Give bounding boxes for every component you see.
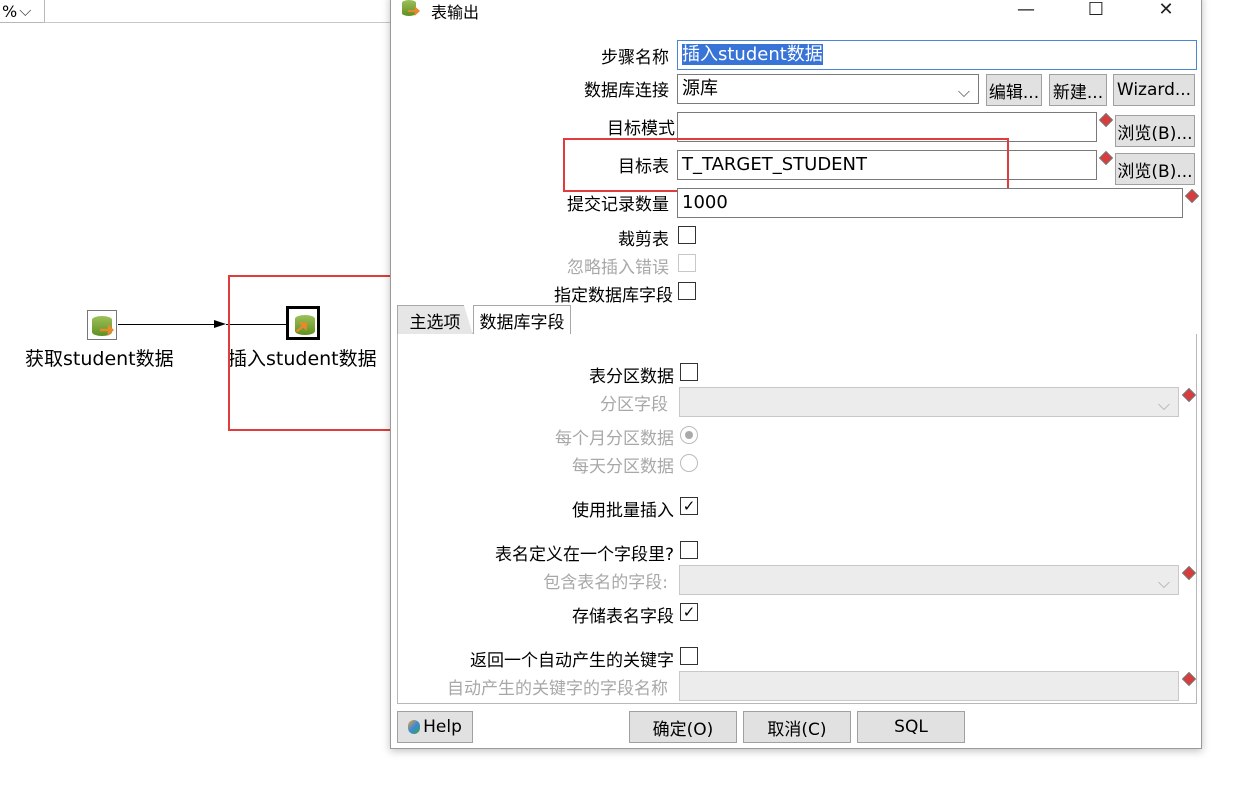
edit-connection-button[interactable]: 编辑... bbox=[986, 74, 1042, 106]
store-table-name-checkbox[interactable]: ✓ bbox=[680, 603, 698, 621]
minimize-button[interactable]: — bbox=[1003, 0, 1049, 23]
chevron-down-icon: ⌵ bbox=[957, 82, 970, 101]
key-field-name-label: 自动产生的关键字的字段名称 bbox=[447, 679, 668, 699]
specify-db-fields-checkbox[interactable] bbox=[678, 282, 696, 300]
hop-arrow-icon bbox=[214, 320, 226, 328]
table-in-field-checkbox[interactable] bbox=[680, 541, 698, 559]
partition-label: 表分区数据 bbox=[589, 367, 674, 387]
browse-schema-button[interactable]: 浏览(B)... bbox=[1115, 115, 1195, 147]
commit-size-input[interactable]: 1000 bbox=[677, 188, 1183, 218]
ok-button[interactable]: 确定(O) bbox=[629, 711, 737, 743]
monthly-partition-radio[interactable] bbox=[680, 426, 698, 444]
main-options-panel: 表分区数据 分区字段 ⌵ 每个月分区数据 每天分区数据 使用批量插入 ✓ 表名定… bbox=[397, 334, 1197, 704]
store-table-name-label: 存储表名字段 bbox=[572, 607, 674, 627]
tab-main-options[interactable]: 主选项 bbox=[397, 305, 473, 335]
partition-checkbox[interactable] bbox=[680, 363, 698, 381]
daily-partition-label: 每天分区数据 bbox=[572, 457, 674, 477]
db-connection-label: 数据库连接 bbox=[584, 81, 669, 101]
partition-field-select[interactable]: ⌵ bbox=[679, 387, 1179, 417]
variable-marker-icon bbox=[1098, 150, 1114, 166]
key-field-name-input[interactable] bbox=[679, 671, 1179, 701]
specify-db-fields-label: 指定数据库字段 bbox=[554, 286, 673, 306]
db-connection-value: 源库 bbox=[682, 78, 718, 99]
table-in-field-label: 表名定义在一个字段里? bbox=[494, 545, 674, 565]
table-output-dialog: 表输出 — ☐ ✕ 步骤名称 插入student数据 数据库连接 源库 ⌵ 编辑… bbox=[390, 0, 1202, 749]
commit-size-label: 提交记录数量 bbox=[567, 195, 669, 215]
target-schema-label: 目标模式 bbox=[607, 119, 675, 139]
help-button[interactable]: Help bbox=[397, 711, 473, 743]
return-key-checkbox[interactable] bbox=[680, 647, 698, 665]
chevron-down-icon: ⌵ bbox=[1157, 573, 1170, 592]
close-button[interactable]: ✕ bbox=[1143, 0, 1189, 23]
highlight-box-target-table bbox=[563, 138, 1009, 192]
batch-insert-checkbox[interactable]: ✓ bbox=[680, 497, 698, 515]
step-name-label: 步骤名称 bbox=[601, 48, 669, 68]
variable-marker-icon bbox=[1181, 565, 1197, 581]
step-label-source: 获取student数据 bbox=[25, 348, 174, 370]
sql-button[interactable]: SQL bbox=[857, 711, 965, 743]
wizard-button[interactable]: Wizard... bbox=[1113, 74, 1195, 106]
help-icon bbox=[408, 720, 421, 734]
tab-db-fields[interactable]: 数据库字段 bbox=[473, 305, 571, 335]
partition-field-label: 分区字段 bbox=[600, 395, 668, 415]
table-name-field-select[interactable]: ⌵ bbox=[679, 565, 1179, 595]
dialog-title: 表输出 bbox=[431, 3, 480, 22]
step-name-value: 插入student数据 bbox=[682, 44, 823, 65]
monthly-partition-label: 每个月分区数据 bbox=[555, 429, 674, 449]
db-connection-select[interactable]: 源库 ⌵ bbox=[677, 74, 979, 104]
canvas-top-divider bbox=[44, 22, 390, 23]
highlight-box-step bbox=[228, 275, 400, 431]
variable-marker-icon bbox=[1184, 188, 1200, 204]
chevron-down-icon: ⌵ bbox=[19, 1, 32, 20]
variable-marker-icon bbox=[1098, 112, 1114, 128]
hop-line[interactable] bbox=[118, 324, 216, 325]
variable-marker-icon bbox=[1181, 671, 1197, 687]
truncate-label: 裁剪表 bbox=[618, 230, 669, 250]
zoom-label: % bbox=[2, 1, 18, 21]
cancel-button[interactable]: 取消(C) bbox=[743, 711, 851, 743]
step-name-input[interactable]: 插入student数据 bbox=[677, 40, 1197, 70]
chevron-down-icon: ⌵ bbox=[1157, 395, 1170, 414]
new-connection-button[interactable]: 新建... bbox=[1049, 74, 1107, 106]
ignore-errors-checkbox[interactable] bbox=[678, 254, 696, 272]
zoom-combo[interactable]: % ⌵ bbox=[0, 0, 45, 23]
help-label: Help bbox=[423, 717, 462, 737]
variable-marker-icon bbox=[1181, 387, 1197, 403]
daily-partition-radio[interactable] bbox=[680, 454, 698, 472]
return-key-label: 返回一个自动产生的关键字 bbox=[470, 651, 674, 671]
batch-insert-label: 使用批量插入 bbox=[572, 501, 674, 521]
table-input-step-icon[interactable] bbox=[87, 310, 117, 340]
truncate-checkbox[interactable] bbox=[678, 226, 696, 244]
maximize-button[interactable]: ☐ bbox=[1073, 0, 1119, 23]
table-output-icon bbox=[402, 0, 420, 18]
ignore-errors-label: 忽略插入错误 bbox=[567, 258, 669, 278]
table-name-field-label: 包含表名的字段: bbox=[543, 573, 668, 593]
browse-table-button[interactable]: 浏览(B)... bbox=[1115, 153, 1195, 185]
